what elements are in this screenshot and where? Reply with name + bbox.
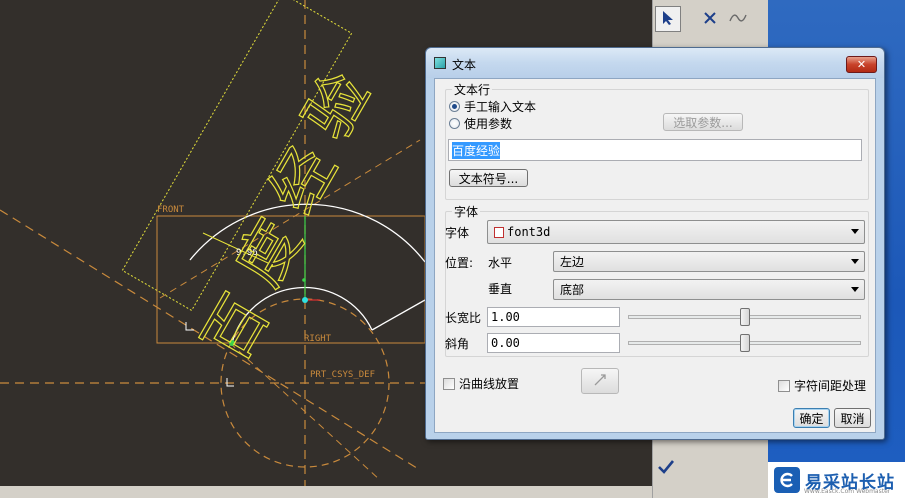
dialog-app-icon: [434, 57, 446, 69]
checkbox-unchecked-icon: [778, 379, 790, 392]
select-param-button[interactable]: 选取参数...: [663, 113, 743, 131]
watermark-subtext: Www.Easck.Com Webmaster: [804, 488, 891, 495]
kerning-checkbox[interactable]: 字符间距处理: [778, 377, 866, 394]
select-button[interactable]: [655, 6, 681, 32]
font-label: 字体: [445, 226, 470, 240]
text-row-group-label: 文本行: [452, 81, 493, 98]
aspect-ratio-label: 长宽比: [445, 311, 482, 325]
font-file-icon: [494, 226, 504, 238]
font-select[interactable]: font3d: [487, 220, 865, 244]
manual-text-radio[interactable]: 手工输入文本: [449, 98, 536, 115]
vertical-select[interactable]: 底部: [553, 279, 865, 300]
vertical-label: 垂直: [488, 282, 513, 296]
slider-thumb[interactable]: [739, 308, 750, 326]
csys-label: PRT_CSYS_DEF: [310, 370, 376, 380]
front-plane-label: FRONT: [157, 205, 185, 215]
perpendicular-marker-2: [226, 378, 234, 387]
use-param-radio[interactable]: 使用参数: [449, 115, 512, 132]
close-icon: ✕: [856, 58, 867, 71]
vertical-select-value: 底部: [560, 283, 585, 297]
use-param-radio-label: 使用参数: [464, 117, 513, 131]
spline-button[interactable]: [725, 6, 751, 32]
text-dialog: 文本 ✕ 文本行 手工输入文本 使用参数 选取参数... 百度经验 文本符号..…: [425, 47, 885, 440]
manual-text-radio-label: 手工输入文本: [464, 100, 537, 114]
x-icon: [703, 11, 717, 28]
sketch-text-glyphs[interactable]: 百 度 经 验: [185, 40, 425, 373]
text-symbol-button[interactable]: 文本符号...: [449, 169, 528, 187]
ok-button[interactable]: 确定: [793, 408, 830, 428]
slant-angle-value: 0.00: [491, 336, 520, 350]
along-curve-label: 沿曲线放置: [459, 377, 520, 391]
dialog-title: 文本: [452, 58, 477, 72]
horizontal-select[interactable]: 左边: [553, 251, 865, 272]
e-logo-icon: [774, 467, 800, 493]
slider-thumb[interactable]: [739, 334, 750, 352]
aspect-ratio-input[interactable]: 1.00: [487, 307, 620, 327]
arrow-cursor-icon: [661, 10, 675, 29]
flip-direction-button[interactable]: [581, 368, 619, 394]
sketch-char: 验: [289, 60, 384, 151]
text-input[interactable]: 百度经验: [448, 139, 862, 161]
horizontal-select-value: 左边: [560, 255, 585, 269]
chevron-down-icon: [851, 287, 859, 292]
site-watermark: 易采站长站 Www.Easck.Com Webmaster: [768, 462, 905, 498]
font-group-label: 字体: [452, 203, 481, 220]
along-curve-checkbox[interactable]: 沿曲线放置: [443, 375, 519, 392]
checkmark-icon: [657, 459, 675, 478]
aspect-ratio-slider[interactable]: [628, 308, 861, 326]
flip-direction-icon: [592, 372, 608, 391]
slant-angle-slider[interactable]: [628, 334, 861, 352]
dialog-body: 文本行 手工输入文本 使用参数 选取参数... 百度经验 文本符号... 字体 …: [434, 78, 876, 433]
chevron-down-icon: [851, 229, 859, 234]
spline-icon: [729, 11, 747, 28]
point-button[interactable]: [697, 6, 723, 32]
cancel-button[interactable]: 取消: [834, 408, 871, 428]
checkbox-unchecked-icon: [443, 377, 455, 390]
slant-angle-input[interactable]: 0.00: [487, 333, 620, 353]
radio-unselected-icon: [449, 118, 460, 129]
close-button[interactable]: ✕: [846, 56, 877, 73]
position-label: 位置:: [445, 256, 474, 270]
kerning-label: 字符间距处理: [794, 379, 867, 393]
font-select-value: font3d: [507, 225, 551, 239]
chevron-down-icon: [851, 259, 859, 264]
dialog-titlebar[interactable]: 文本 ✕: [426, 48, 884, 78]
radio-selected-icon: [449, 101, 460, 112]
text-input-value: 百度经验: [452, 141, 501, 159]
ok-sketch-button[interactable]: [653, 455, 679, 481]
status-strip: [0, 486, 652, 498]
aspect-ratio-value: 1.00: [491, 310, 520, 324]
slant-angle-label: 斜角: [445, 337, 470, 351]
horizontal-label: 水平: [488, 256, 513, 270]
